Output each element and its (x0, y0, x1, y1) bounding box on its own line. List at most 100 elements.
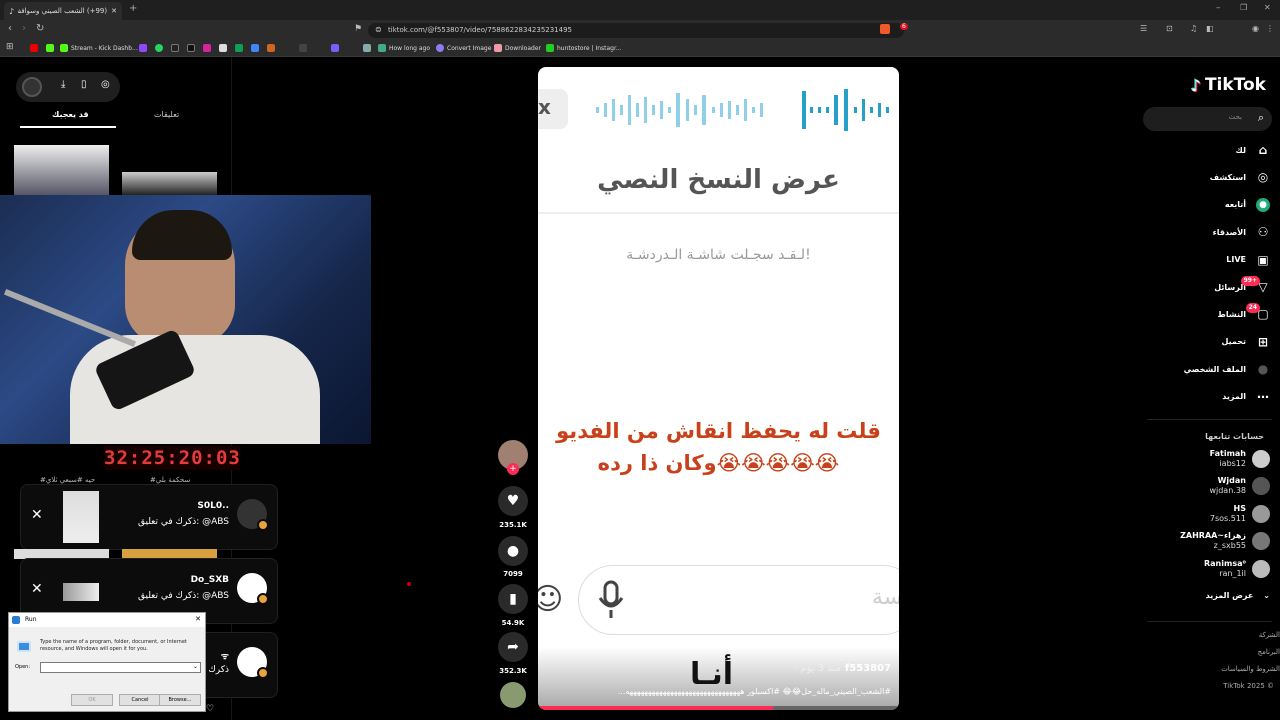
share-button[interactable]: ➦ (498, 632, 528, 662)
tab-comments[interactable]: تعليقات (154, 110, 179, 119)
site-info-icon[interactable]: ⊜ (375, 25, 382, 34)
bookmark-item[interactable]: How long ago (378, 43, 430, 53)
compass-icon[interactable]: ◎ (101, 79, 110, 90)
sidebar-item-following[interactable]: أتابعه ● (1225, 197, 1270, 212)
sidebar-item-more[interactable]: المزيد ⋯ (1222, 390, 1270, 404)
cancel-button[interactable]: Cancel (119, 694, 161, 706)
search-icon[interactable]: ⌕ (1258, 111, 1264, 125)
following-account[interactable]: Wjdan wjdan.38 (1209, 476, 1270, 496)
heart-icon: ♥ (506, 493, 520, 509)
save-count: 54.9K (501, 619, 525, 627)
tiktok-bookmark-icon[interactable] (187, 44, 195, 52)
following-account[interactable]: HS 7sos.511 (1210, 504, 1270, 524)
new-tab-icon[interactable]: + (129, 3, 137, 14)
window-minimize-icon[interactable]: – (1216, 3, 1221, 13)
kick-bookmark-icon[interactable] (46, 44, 54, 52)
close-transcript-icon[interactable]: x (538, 95, 551, 119)
sidebar-item-friends[interactable]: الأصدقاء ⚇ (1213, 225, 1270, 239)
forward-icon[interactable]: › (22, 23, 26, 34)
s-bookmark-icon[interactable] (331, 44, 339, 52)
footer-terms[interactable]: الشروط والسياسات (1221, 665, 1280, 673)
whatsapp-bookmark-icon[interactable] (155, 44, 163, 52)
bookmark-item[interactable]: Convert Image (436, 43, 491, 53)
sidebar-item-profile[interactable]: الملف الشخصي ● (1184, 362, 1270, 376)
like-button[interactable]: ♥ (498, 486, 528, 516)
screenshot-icon[interactable]: ⊡ (1166, 24, 1173, 33)
tab-close-icon[interactable]: ✕ (111, 7, 117, 15)
comment-icon: ● (506, 543, 520, 559)
extensions-icon[interactable] (880, 24, 890, 34)
heart-outline-icon[interactable]: ♡ (206, 704, 214, 714)
search-placeholder: بحث (1228, 113, 1242, 121)
video-thumbnail[interactable] (122, 172, 217, 195)
youtube-bookmark-icon[interactable] (30, 44, 38, 52)
close-icon[interactable]: ✕ (31, 581, 43, 597)
twitch-bookmark-icon[interactable] (139, 44, 147, 52)
search-input[interactable]: بحث ⌕ (1143, 107, 1272, 131)
sidebar-item-live[interactable]: LIVE ▣ (1226, 253, 1270, 267)
dropdown-chevron-icon[interactable]: ⌄ (193, 663, 198, 670)
video-thumbnail[interactable] (14, 145, 109, 195)
stream-timer: 32:25:20:03 (104, 446, 241, 470)
window-restore-icon[interactable]: ❐ (1240, 3, 1247, 12)
profile-icon-browser[interactable]: ◉ (1252, 24, 1259, 33)
convert-icon (436, 44, 444, 52)
bookmark-item[interactable]: Downloader (494, 43, 541, 53)
mic-arm (3, 288, 137, 348)
bookmark-item[interactable]: huntostore | Instagr... (546, 43, 622, 53)
tiktok-logo[interactable]: ♪ TikTok (1191, 75, 1266, 95)
apps-grid-icon[interactable]: ⊞ (6, 42, 14, 52)
follow-plus-icon[interactable]: + (507, 463, 519, 475)
bookmark-item[interactable]: Stream - Kick Dashb... (60, 43, 138, 53)
tab-underline (20, 126, 116, 128)
browser-menu-icon[interactable]: ⋮ (1266, 24, 1274, 33)
tab-liked[interactable]: قد يعجبك (52, 110, 89, 119)
phone-icon[interactable]: ▯ (81, 79, 87, 90)
footer-company[interactable]: الشركة (1259, 631, 1280, 639)
link-bookmark-icon[interactable] (363, 44, 371, 52)
ok-button[interactable]: OK (71, 694, 113, 706)
url-bar[interactable]: ⊜ tiktok.com/@f553807/video/758862283423… (368, 23, 904, 38)
sidebar-toggle-icon[interactable]: ◧ (1206, 24, 1214, 33)
back-icon[interactable]: ‹ (8, 23, 12, 34)
window-close-icon[interactable]: ✕ (1264, 3, 1271, 12)
notification-toast[interactable]: ✕ S0L0.. ذكرك في تعليق: @ABS (20, 484, 278, 550)
following-text: Fatimah iabs12 (1210, 449, 1246, 469)
instagram-bookmark-icon[interactable] (203, 44, 211, 52)
comment-button[interactable]: ● (498, 536, 528, 566)
bookmarks-panel-icon[interactable]: ☰ (1140, 24, 1147, 33)
sheets-bookmark-icon[interactable] (235, 44, 243, 52)
video-author[interactable]: f553807 (845, 663, 891, 674)
bookmark-icon: ▮ (509, 591, 517, 607)
sidebar-item-home[interactable]: لك ⌂ (1236, 143, 1270, 157)
reload-icon[interactable]: ↻ (36, 23, 44, 34)
threads-bookmark-icon[interactable] (299, 44, 307, 52)
browse-button[interactable]: Browse... (159, 694, 201, 706)
following-account[interactable]: Fatimah iabs12 (1210, 449, 1270, 469)
run-close-icon[interactable]: ✕ (195, 615, 201, 623)
following-account[interactable]: Ranimsa⁰ ran_1il (1204, 559, 1270, 579)
sidebar-item-upload[interactable]: تحميل ⊞ (1221, 335, 1270, 349)
bookmark-page-icon[interactable]: ⚑ (354, 24, 362, 34)
avatar[interactable] (22, 77, 42, 97)
chatgpt-bookmark-icon[interactable] (219, 44, 227, 52)
following-account[interactable]: ZAHRAA~زهراء z_sxb55 (1180, 531, 1270, 551)
sidebar-item-compass[interactable]: استكشف ◎ (1210, 170, 1270, 184)
progress-track[interactable] (538, 706, 899, 710)
close-icon[interactable]: ✕ (31, 507, 43, 523)
show-more-link[interactable]: عرض المزيد ⌄ (1206, 591, 1270, 600)
music-icon[interactable]: ♫ (1190, 24, 1197, 33)
notification-badge: 99+ (1240, 276, 1260, 286)
notification-thumbnail (63, 583, 99, 601)
sidebar-item-activity[interactable]: النشاط ▢ (1218, 307, 1270, 321)
download-icon[interactable]: ⤓ (61, 79, 65, 90)
footer-program[interactable]: البرنامج (1258, 648, 1280, 656)
mail-bookmark-icon[interactable] (267, 44, 275, 52)
save-button[interactable]: ▮ (498, 584, 528, 614)
sound-avatar[interactable] (500, 682, 526, 708)
x-bookmark-icon[interactable] (171, 44, 179, 52)
browser-tab[interactable]: ♪ (99+) الشعب الصيني وسوافف مثـ ✕ (4, 2, 122, 20)
video-player[interactable]: x عرض النسخ النصي لـقـد سجـلت شاشـة الـد… (538, 67, 899, 710)
translate-bookmark-icon[interactable] (251, 44, 259, 52)
run-open-input[interactable]: ⌄ (40, 662, 201, 673)
